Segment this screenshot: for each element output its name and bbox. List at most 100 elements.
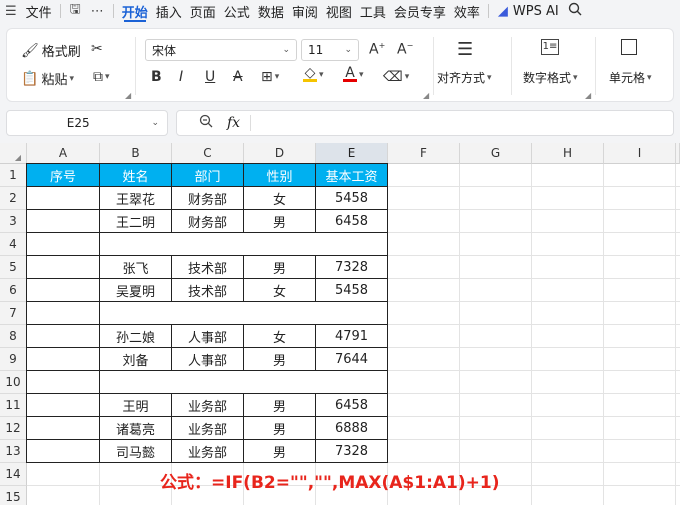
- table-cell[interactable]: [27, 417, 100, 440]
- table-cell[interactable]: 女: [244, 279, 316, 302]
- table-cell[interactable]: 王明: [100, 394, 172, 417]
- row-header[interactable]: 10: [0, 371, 27, 394]
- table-merged-cell[interactable]: [100, 302, 388, 325]
- table-cell[interactable]: 6458: [316, 394, 388, 417]
- table-cell[interactable]: 孙二娘: [100, 325, 172, 348]
- menu-file[interactable]: 文件: [22, 0, 56, 22]
- row-header[interactable]: 14: [0, 463, 27, 486]
- table-cell[interactable]: [27, 348, 100, 371]
- table-cell[interactable]: 王翠花: [100, 187, 172, 210]
- table-cell[interactable]: 6888: [316, 417, 388, 440]
- menu-tab[interactable]: 效率: [450, 0, 484, 22]
- table-header-cell[interactable]: 部门: [172, 164, 244, 187]
- paste-button[interactable]: 📋 粘贴 ▾: [21, 69, 74, 89]
- bold-button[interactable]: B: [151, 69, 162, 85]
- align-menu[interactable]: 对齐方式 ▾: [437, 69, 492, 86]
- table-cell[interactable]: 王二明: [100, 210, 172, 233]
- table-header-cell[interactable]: 序号: [27, 164, 100, 187]
- column-header[interactable]: A: [27, 143, 100, 164]
- column-header[interactable]: H: [532, 143, 604, 164]
- cell-menu[interactable]: 单元格 ▾: [609, 69, 652, 86]
- font-name-select[interactable]: 宋体 ⌄: [145, 39, 297, 61]
- table-header-cell[interactable]: 姓名: [100, 164, 172, 187]
- table-cell[interactable]: 诸葛亮: [100, 417, 172, 440]
- row-header[interactable]: 13: [0, 440, 27, 463]
- table-header-cell[interactable]: 基本工资: [316, 164, 388, 187]
- row-header[interactable]: 2: [0, 187, 27, 210]
- dialog-launcher-icon[interactable]: ◢: [125, 91, 131, 100]
- number-format-button[interactable]: 1≡: [541, 39, 559, 55]
- dialog-launcher-icon[interactable]: ◢: [585, 91, 591, 100]
- menu-tab[interactable]: 视图: [322, 0, 356, 22]
- more-icon[interactable]: ⋯: [86, 4, 109, 19]
- table-cell[interactable]: 7328: [316, 256, 388, 279]
- select-all-corner[interactable]: ◢: [0, 143, 27, 164]
- column-header[interactable]: G: [460, 143, 532, 164]
- table-cell[interactable]: [27, 302, 100, 325]
- table-cell[interactable]: 4791: [316, 325, 388, 348]
- save-icon[interactable]: 🖫: [65, 0, 86, 22]
- column-header[interactable]: B: [100, 143, 172, 164]
- table-cell[interactable]: [27, 371, 100, 394]
- table-cell[interactable]: 财务部: [172, 210, 244, 233]
- table-cell[interactable]: 男: [244, 440, 316, 463]
- table-cell[interactable]: 张飞: [100, 256, 172, 279]
- row-header[interactable]: 7: [0, 302, 27, 325]
- increase-font-button[interactable]: A+: [369, 41, 385, 58]
- strikethrough-button[interactable]: A: [233, 69, 243, 85]
- decrease-font-button[interactable]: A−: [397, 41, 413, 58]
- fill-color-button[interactable]: ◇ ▾: [303, 66, 324, 82]
- name-box[interactable]: E25 ⌄: [6, 110, 168, 136]
- hamburger-icon[interactable]: ☰: [0, 4, 22, 19]
- table-cell[interactable]: 技术部: [172, 279, 244, 302]
- fx-icon[interactable]: fx: [227, 115, 240, 131]
- table-cell[interactable]: 5458: [316, 279, 388, 302]
- table-cell[interactable]: [27, 325, 100, 348]
- menu-tab[interactable]: 审阅: [288, 0, 322, 22]
- table-header-cell[interactable]: 性别: [244, 164, 316, 187]
- search-icon[interactable]: [563, 2, 587, 20]
- format-painter-button[interactable]: 🖌 格式刷: [21, 41, 81, 61]
- column-header[interactable]: I: [604, 143, 676, 164]
- table-cell[interactable]: 男: [244, 417, 316, 440]
- table-cell[interactable]: 司马懿: [100, 440, 172, 463]
- clear-format-button[interactable]: ⌫ ▾: [383, 69, 409, 85]
- row-header[interactable]: 15: [0, 486, 27, 505]
- table-cell[interactable]: [27, 394, 100, 417]
- row-header[interactable]: 6: [0, 279, 27, 302]
- table-cell[interactable]: 业务部: [172, 440, 244, 463]
- menu-tab[interactable]: 会员专享: [390, 0, 450, 22]
- menu-tab[interactable]: 数据: [254, 0, 288, 22]
- menu-tab[interactable]: 开始: [118, 0, 152, 22]
- table-cell[interactable]: 5458: [316, 187, 388, 210]
- table-cell[interactable]: 业务部: [172, 394, 244, 417]
- row-header[interactable]: 11: [0, 394, 27, 417]
- table-cell[interactable]: 财务部: [172, 187, 244, 210]
- table-merged-cell[interactable]: [100, 371, 388, 394]
- table-cell[interactable]: 人事部: [172, 348, 244, 371]
- table-cell[interactable]: 男: [244, 394, 316, 417]
- table-cell[interactable]: 6458: [316, 210, 388, 233]
- table-merged-cell[interactable]: [100, 233, 388, 256]
- menu-tab[interactable]: 页面: [186, 0, 220, 22]
- font-size-select[interactable]: 11 ⌄: [301, 39, 359, 61]
- number-format-menu[interactable]: 数字格式 ▾: [523, 69, 578, 86]
- table-cell[interactable]: 男: [244, 348, 316, 371]
- table-cell[interactable]: [27, 187, 100, 210]
- table-cell[interactable]: 男: [244, 256, 316, 279]
- row-header[interactable]: 9: [0, 348, 27, 371]
- row-header[interactable]: 5: [0, 256, 27, 279]
- table-cell[interactable]: 吴夏明: [100, 279, 172, 302]
- table-cell[interactable]: 技术部: [172, 256, 244, 279]
- table-cell[interactable]: 7328: [316, 440, 388, 463]
- table-cell[interactable]: [27, 440, 100, 463]
- table-cell[interactable]: 女: [244, 325, 316, 348]
- table-cell[interactable]: 女: [244, 187, 316, 210]
- column-header[interactable]: D: [244, 143, 316, 164]
- table-cell[interactable]: [27, 233, 100, 256]
- menu-tab[interactable]: 工具: [356, 0, 390, 22]
- table-cell[interactable]: 男: [244, 210, 316, 233]
- formula-input[interactable]: [251, 111, 673, 135]
- row-header[interactable]: 1: [0, 164, 27, 187]
- row-header[interactable]: 4: [0, 233, 27, 256]
